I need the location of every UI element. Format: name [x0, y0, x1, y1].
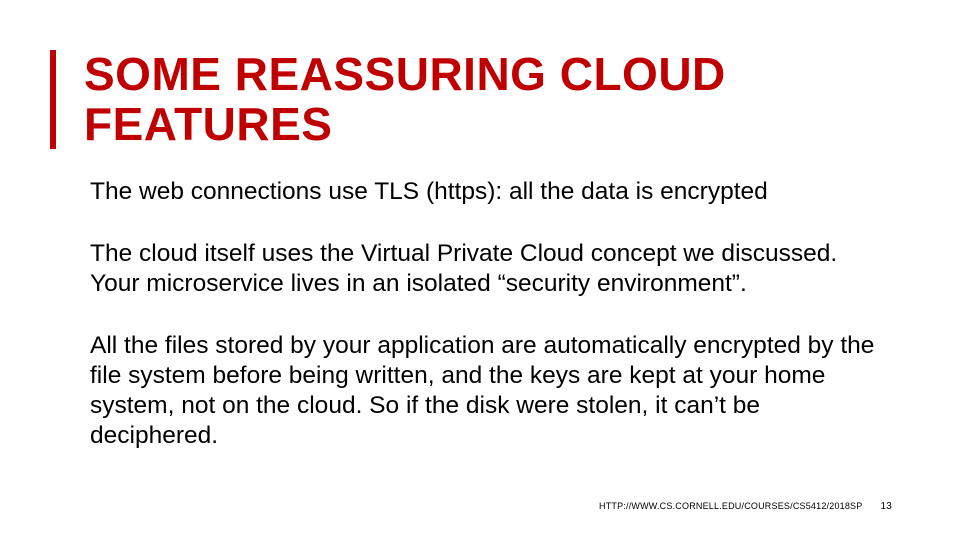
slide-footer: HTTP://WWW.CS.CORNELL.EDU/COURSES/CS5412… [599, 501, 892, 512]
body-paragraph: The web connections use TLS (https): all… [90, 177, 880, 207]
footer-source: HTTP://WWW.CS.CORNELL.EDU/COURSES/CS5412… [599, 501, 862, 511]
title-accent-rule [50, 50, 56, 149]
slide: SOME REASSURING CLOUD FEATURES The web c… [0, 0, 960, 540]
body-paragraph: The cloud itself uses the Virtual Privat… [90, 239, 880, 299]
body-paragraph: All the files stored by your application… [90, 331, 880, 451]
title-block: SOME REASSURING CLOUD FEATURES [50, 50, 900, 149]
footer-page-number: 13 [880, 501, 892, 512]
slide-body: The web connections use TLS (https): all… [50, 177, 900, 450]
slide-title: SOME REASSURING CLOUD FEATURES [84, 50, 900, 149]
